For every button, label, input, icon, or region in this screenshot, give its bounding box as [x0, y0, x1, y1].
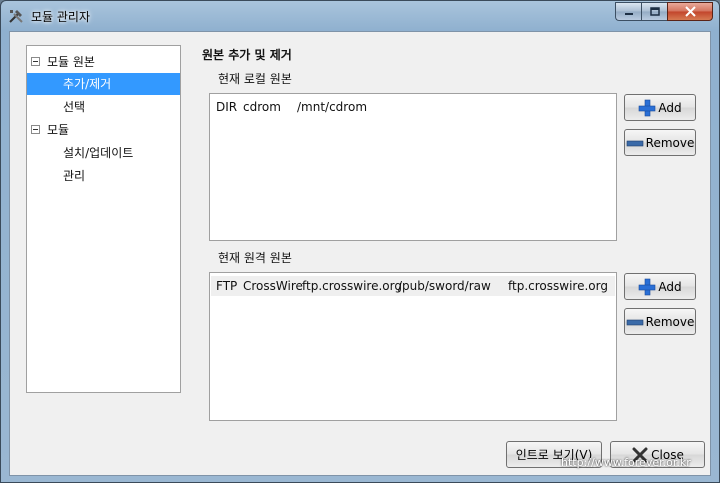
tree-item-module-sources[interactable]: 모듈 원본 [27, 51, 180, 73]
tree-item-label: 선택 [63, 100, 86, 114]
remove-local-source-button[interactable]: Remove [624, 129, 696, 156]
tools-icon [9, 10, 23, 23]
collapse-toggle-icon[interactable] [31, 57, 40, 66]
maximize-icon [649, 6, 660, 16]
tree-item-label: 설치/업데이트 [63, 146, 134, 160]
navigation-tree[interactable]: 모듈 원본 추가/제거 선택 모듈 설치/업데이트 관리 [26, 45, 181, 393]
tree-item-label: 모듈 [47, 123, 70, 137]
title-bar[interactable]: 모듈 관리자 [1, 1, 719, 31]
tree-item-manage[interactable]: 관리 [27, 165, 180, 187]
watermark: http://www.forever.or.kr [561, 456, 691, 469]
source-type: FTP [216, 279, 238, 293]
page-title: 원본 추가 및 제거 [202, 48, 292, 62]
close-icon [684, 6, 696, 17]
list-item[interactable]: FTP CrossWire ftp.crosswire.org /pub/swo… [211, 276, 615, 296]
window-title: 모듈 관리자 [31, 10, 91, 24]
tree-item-label: 관리 [63, 169, 86, 183]
source-name: CrossWire [243, 279, 303, 293]
source-mirror: ftp.crosswire.org [508, 279, 608, 293]
tree-item-add-remove[interactable]: 추가/제거 [27, 73, 180, 95]
source-type: DIR [216, 100, 238, 114]
list-item[interactable]: DIR cdrom /mnt/cdrom [211, 97, 615, 117]
tree-item-select[interactable]: 선택 [27, 96, 180, 118]
tree-item-modules[interactable]: 모듈 [27, 119, 180, 141]
local-sources-label: 현재 로컬 원본 [218, 72, 292, 86]
remove-label: Remove [645, 314, 695, 329]
client-area: 모듈 원본 추가/제거 선택 모듈 설치/업데이트 관리 원본 추가 및 제거 … [9, 31, 711, 476]
source-name: cdrom [243, 100, 281, 114]
tree-item-label: 추가/제거 [63, 77, 112, 91]
tree-item-label: 모듈 원본 [47, 55, 95, 69]
plus-icon [639, 99, 656, 116]
local-sources-list[interactable]: DIR cdrom /mnt/cdrom [209, 93, 617, 241]
source-path: /mnt/cdrom [297, 100, 368, 114]
add-label: Add [658, 279, 682, 294]
remote-sources-label: 현재 원격 원본 [218, 251, 292, 265]
module-manager-window: 모듈 관리자 모듈 원본 추가/제거 선택 모듈 설치/업데이트 관리 원본 추… [0, 0, 720, 483]
window-controls [615, 2, 713, 21]
tree-item-install-update[interactable]: 설치/업데이트 [27, 142, 180, 164]
minimize-button[interactable] [615, 2, 641, 21]
remove-remote-source-button[interactable]: Remove [624, 308, 696, 335]
minus-icon [626, 319, 643, 325]
maximize-button[interactable] [641, 2, 667, 21]
minimize-icon [624, 12, 633, 15]
add-local-source-button[interactable]: Add [624, 94, 696, 121]
window-close-button[interactable] [667, 2, 713, 21]
source-path: /pub/sword/raw [398, 279, 491, 293]
remove-label: Remove [645, 135, 695, 150]
remote-sources-list[interactable]: FTP CrossWire ftp.crosswire.org /pub/swo… [209, 272, 617, 421]
plus-icon [639, 278, 656, 295]
add-label: Add [658, 100, 682, 115]
source-host: ftp.crosswire.org [302, 279, 402, 293]
minus-icon [626, 140, 643, 146]
add-remote-source-button[interactable]: Add [624, 273, 696, 300]
collapse-toggle-icon[interactable] [31, 125, 40, 134]
